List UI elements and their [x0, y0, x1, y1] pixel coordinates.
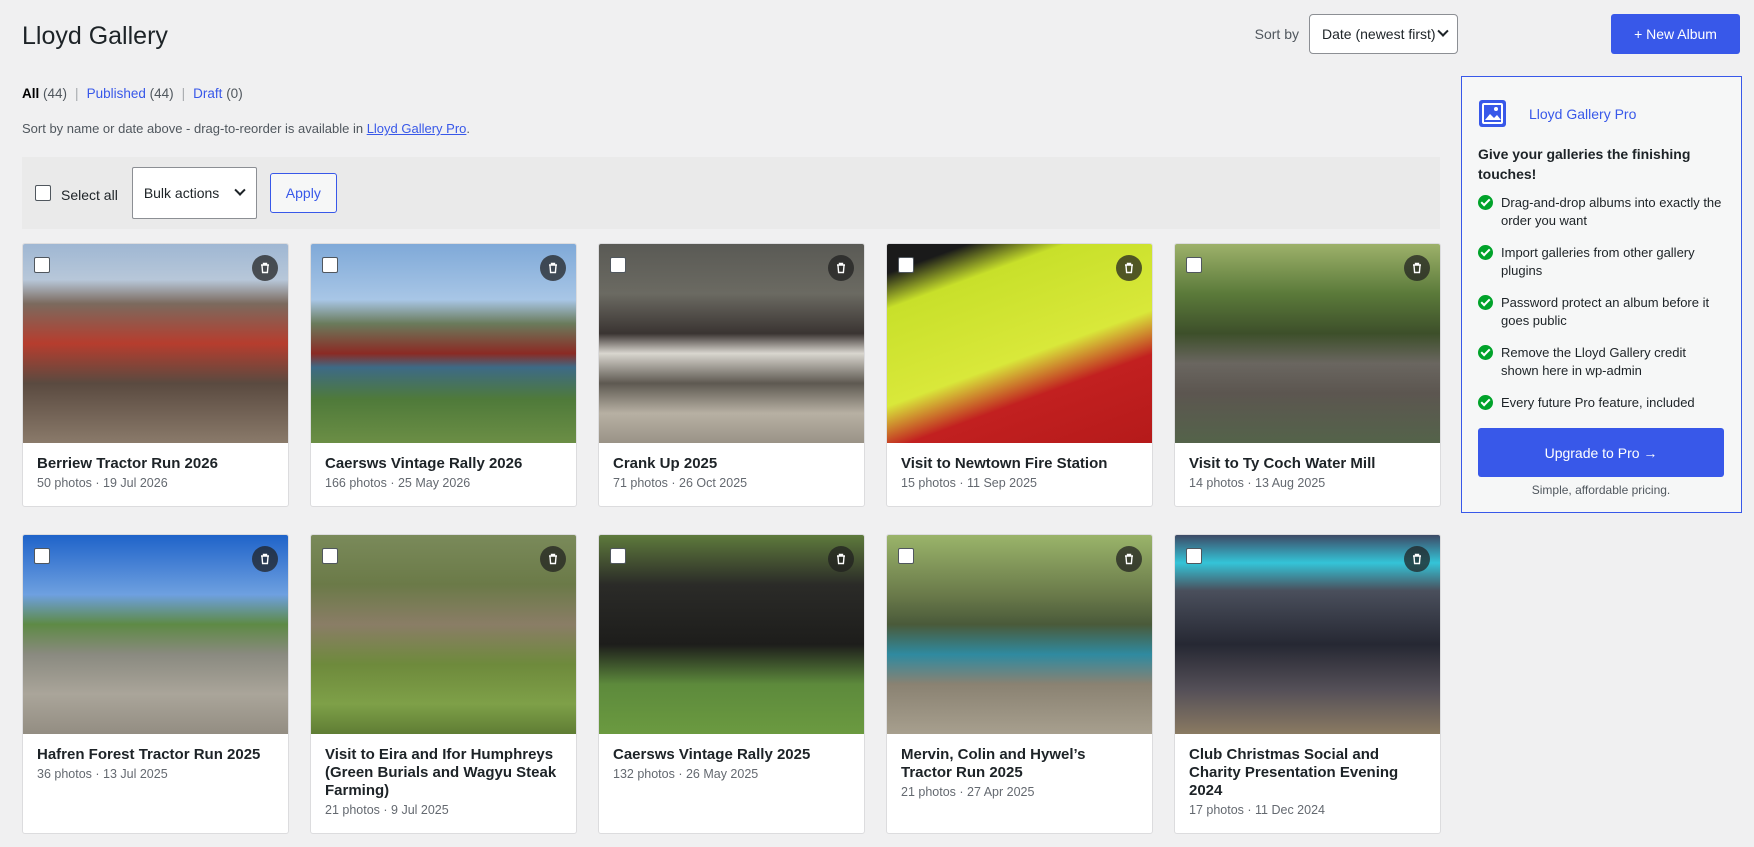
album-title[interactable]: Visit to Newtown Fire Station [901, 455, 1138, 473]
pro-feature: Password protect an album before it goes… [1478, 294, 1724, 330]
album-title[interactable]: Mervin, Colin and Hywel’s Tractor Run 20… [901, 746, 1138, 782]
album-meta: 50 photos · 19 Jul 2026 [37, 476, 168, 490]
album-card[interactable]: Mervin, Colin and Hywel’s Tractor Run 20… [886, 534, 1153, 834]
album-meta: 17 photos · 11 Dec 2024 [1189, 803, 1325, 817]
album-checkbox[interactable] [610, 257, 626, 273]
album-card[interactable]: Visit to Newtown Fire Station 15 photos ·… [886, 243, 1153, 507]
album-card[interactable]: Crank Up 2025 71 photos · 26 Oct 2025 [598, 243, 865, 507]
pro-feature: Remove the Lloyd Gallery credit shown he… [1478, 344, 1724, 380]
pro-feature: Drag-and-drop albums into exactly the or… [1478, 194, 1724, 230]
status-published[interactable]: Published (44) [87, 86, 174, 101]
chevron-down-icon [234, 184, 246, 196]
sort-select-value: Date (newest first) [1322, 26, 1436, 42]
album-meta: 14 photos · 13 Aug 2025 [1189, 476, 1326, 490]
trash-icon[interactable] [828, 546, 854, 572]
check-circle-icon [1478, 245, 1493, 260]
album-thumbnail[interactable] [887, 535, 1152, 734]
select-all[interactable]: Select all [35, 185, 118, 203]
bulk-actions-select[interactable]: Bulk actions [131, 167, 257, 219]
pricing-note: Simple, affordable pricing. [1531, 483, 1671, 497]
reorder-hint: Sort by name or date above - drag-to-reo… [22, 121, 471, 136]
album-meta: 21 photos · 9 Jul 2025 [325, 803, 449, 817]
trash-icon[interactable] [252, 546, 278, 572]
album-thumbnail[interactable] [311, 535, 576, 734]
status-separator: | [181, 86, 186, 101]
bulk-actions-bar: Select all Bulk actions Apply [22, 157, 1440, 229]
trash-icon[interactable] [1116, 255, 1142, 281]
album-checkbox[interactable] [34, 257, 50, 273]
album-card[interactable]: Caersws Vintage Rally 2025 132 photos · 2… [598, 534, 865, 834]
album-meta: 15 photos · 11 Sep 2025 [901, 476, 1037, 490]
bulk-actions-value: Bulk actions [143, 185, 220, 201]
album-thumbnail[interactable] [1175, 244, 1440, 443]
album-title[interactable]: Caersws Vintage Rally 2026 [325, 455, 562, 473]
trash-icon[interactable] [1404, 255, 1430, 281]
album-thumbnail[interactable] [887, 244, 1152, 443]
album-meta: 166 photos · 25 May 2026 [325, 476, 471, 490]
sort-label: Sort by [1254, 26, 1299, 42]
status-all[interactable]: All (44) [22, 86, 67, 101]
check-circle-icon [1478, 395, 1493, 410]
album-checkbox[interactable] [610, 548, 626, 564]
album-card[interactable]: Visit to Eira and Ifor Humphreys (Green … [310, 534, 577, 834]
album-card[interactable]: Berriew Tractor Run 2026 50 photos · 19 J… [22, 243, 289, 507]
album-checkbox[interactable] [34, 548, 50, 564]
status-filter-links: All (44) | Published (44) | Draft (0) [22, 86, 243, 101]
trash-icon[interactable] [828, 255, 854, 281]
chevron-down-icon [1437, 25, 1449, 37]
album-title[interactable]: Visit to Ty Coch Water Mill [1189, 455, 1426, 473]
album-card[interactable]: Visit to Ty Coch Water Mill 14 photos · 1… [1174, 243, 1441, 507]
apply-button[interactable]: Apply [269, 173, 337, 213]
status-draft[interactable]: Draft (0) [193, 86, 243, 101]
check-circle-icon [1478, 195, 1493, 210]
pro-feature: Every future Pro feature, included [1478, 394, 1724, 412]
pro-lead-text: Give your galleries the finishing touche… [1478, 146, 1691, 182]
sort-select[interactable]: Date (newest first) [1309, 14, 1458, 54]
pro-product-name: Lloyd Gallery Pro [1529, 105, 1637, 122]
trash-icon[interactable] [540, 546, 566, 572]
album-thumbnail[interactable] [23, 535, 288, 734]
album-checkbox[interactable] [1186, 257, 1202, 273]
album-checkbox[interactable] [1186, 548, 1202, 564]
status-separator: | [75, 86, 79, 101]
select-all-label: Select all [61, 187, 118, 203]
check-circle-icon [1478, 295, 1493, 310]
album-title[interactable]: Berriew Tractor Run 2026 [37, 455, 274, 473]
album-meta: 36 photos · 13 Jul 2025 [37, 767, 168, 781]
album-meta: 21 photos · 27 Apr 2025 [901, 785, 1035, 799]
album-checkbox[interactable] [322, 548, 338, 564]
trash-icon[interactable] [540, 255, 566, 281]
album-checkbox[interactable] [898, 548, 914, 564]
album-meta: 71 photos · 26 Oct 2025 [613, 476, 748, 490]
gallery-image-icon [1479, 100, 1506, 127]
album-card[interactable]: Hafren Forest Tractor Run 2025 36 photos … [22, 534, 289, 834]
album-thumbnail[interactable] [23, 244, 288, 443]
album-card[interactable]: Caersws Vintage Rally 2026 166 photos · 2… [310, 243, 577, 507]
album-checkbox[interactable] [898, 257, 914, 273]
trash-icon[interactable] [1116, 546, 1142, 572]
album-title[interactable]: Hafren Forest Tractor Run 2025 [37, 746, 274, 764]
album-thumbnail[interactable] [599, 244, 864, 443]
album-thumbnail[interactable] [1175, 535, 1440, 734]
page-title: Lloyd Gallery [22, 22, 168, 50]
album-title[interactable]: Caersws Vintage Rally 2025 [613, 746, 850, 764]
album-meta: 132 photos · 26 May 2025 [613, 767, 759, 781]
new-album-button[interactable]: + New Album [1611, 14, 1740, 54]
check-circle-icon [1478, 345, 1493, 360]
album-checkbox[interactable] [322, 257, 338, 273]
album-thumbnail[interactable] [311, 244, 576, 443]
album-thumbnail[interactable] [599, 535, 864, 734]
album-title[interactable]: Visit to Eira and Ifor Humphreys (Green … [325, 746, 562, 800]
album-title[interactable]: Crank Up 2025 [613, 455, 850, 473]
pro-upsell-panel: Lloyd Gallery Pro Give your galleries th… [1461, 76, 1742, 513]
pro-feature: Import galleries from other gallery plug… [1478, 244, 1724, 280]
pro-link[interactable]: Lloyd Gallery Pro [367, 121, 467, 136]
sort-control: Sort by Date (newest first) [1255, 14, 1458, 54]
upgrade-to-pro-button[interactable]: Upgrade to Pro → [1478, 428, 1724, 477]
select-all-checkbox[interactable] [35, 185, 51, 201]
album-title[interactable]: Club Christmas Social and Charity Presen… [1189, 746, 1426, 800]
trash-icon[interactable] [252, 255, 278, 281]
album-card[interactable]: Club Christmas Social and Charity Presen… [1174, 534, 1441, 834]
trash-icon[interactable] [1404, 546, 1430, 572]
